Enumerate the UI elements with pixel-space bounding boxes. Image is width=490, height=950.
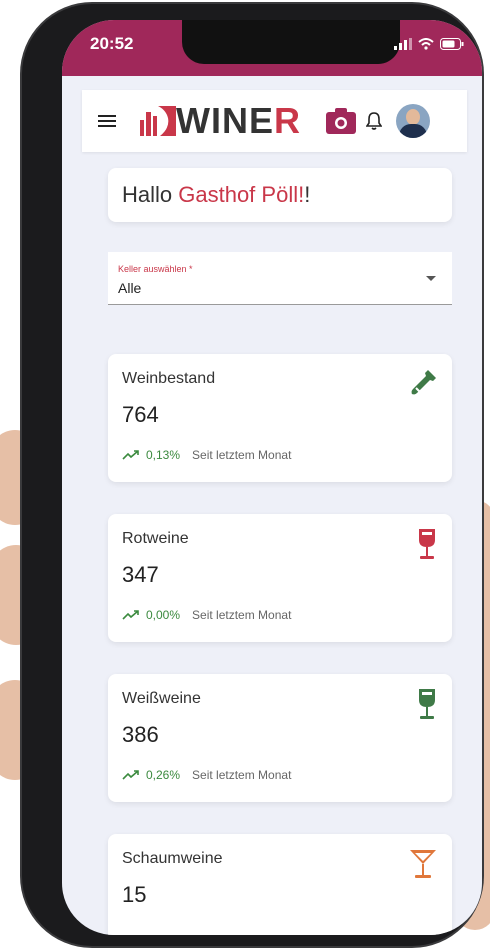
avatar[interactable] (396, 104, 430, 138)
stat-note: Seit letztem Monat (192, 768, 292, 782)
wine-bottle-icon (411, 370, 436, 395)
stat-card-white-wines: Weißweine 386 0,26% Seit letztem Monat (108, 674, 452, 802)
stat-title: Schaumweine (122, 850, 223, 867)
app-bar: WINE R (82, 90, 467, 152)
stat-trend: 0,13% Seit letztem Monat (122, 448, 291, 462)
logo-text: WINE (176, 100, 274, 141)
signal-icon (394, 38, 412, 50)
trending-up-icon (122, 610, 139, 620)
wifi-icon (418, 38, 434, 50)
battery-icon (440, 38, 464, 50)
stat-title: Weinbestand (122, 370, 216, 387)
phone-frame: 20:52 WINE R Hallo Gasthof Pöll!! Keller… (22, 4, 482, 946)
stat-trend: 0,26% Seit letztem Monat (122, 768, 291, 782)
stat-value: 15 (122, 882, 147, 907)
stat-change: 0,00% (146, 608, 181, 622)
cocktail-glass-icon (410, 850, 436, 878)
status-time: 20:52 (90, 34, 134, 53)
stat-card-red-wines: Rotweine 347 0,00% Seit letztem Monat (108, 514, 452, 642)
bell-icon[interactable] (366, 112, 382, 130)
stat-value: 386 (122, 722, 159, 747)
greeting-card: Hallo Gasthof Pöll!! (108, 168, 452, 222)
stat-trend: 0,00% Seit letztem Monat (122, 608, 291, 622)
logo-skyline-icon (140, 106, 176, 136)
status-icons (394, 38, 464, 50)
cellar-select-label: Keller auswählen * (118, 264, 193, 274)
stat-change: 0,26% (146, 768, 181, 782)
stat-title: Rotweine (122, 530, 189, 547)
wine-glass-icon (419, 689, 435, 719)
stat-value: 764 (122, 402, 159, 427)
phone-screen: 20:52 WINE R Hallo Gasthof Pöll!! Keller… (62, 20, 482, 935)
wine-glass-icon (419, 529, 435, 559)
trending-up-icon (122, 770, 139, 780)
stat-value: 347 (122, 562, 159, 587)
logo-text-accent: R (274, 100, 300, 141)
greeting-text: Hallo Gasthof Pöll!! (122, 182, 310, 208)
camera-icon[interactable] (326, 108, 356, 134)
greeting-suffix: ! (304, 182, 311, 207)
menu-icon[interactable] (98, 112, 116, 130)
cellar-select-value: Alle (118, 280, 142, 296)
stat-card-sparkling-wines: Schaumweine 15 (108, 834, 452, 935)
camera-notch (182, 20, 400, 64)
dropdown-caret-icon[interactable] (426, 276, 436, 281)
stat-note: Seit letztem Monat (192, 448, 292, 462)
cellar-select[interactable]: Keller auswählen * Alle (108, 252, 452, 305)
brand-logo: WINE R (140, 100, 300, 142)
trending-up-icon (122, 450, 139, 460)
stat-title: Weißweine (122, 690, 201, 707)
status-bar: 20:52 (62, 20, 482, 76)
greeting-prefix: Hallo (122, 182, 179, 207)
greeting-name: Gasthof Pöll! (178, 182, 305, 207)
stat-change: 0,13% (146, 448, 181, 462)
stat-note: Seit letztem Monat (192, 608, 292, 622)
stat-card-wine-stock: Weinbestand 764 0,13% Seit letztem Monat (108, 354, 452, 482)
